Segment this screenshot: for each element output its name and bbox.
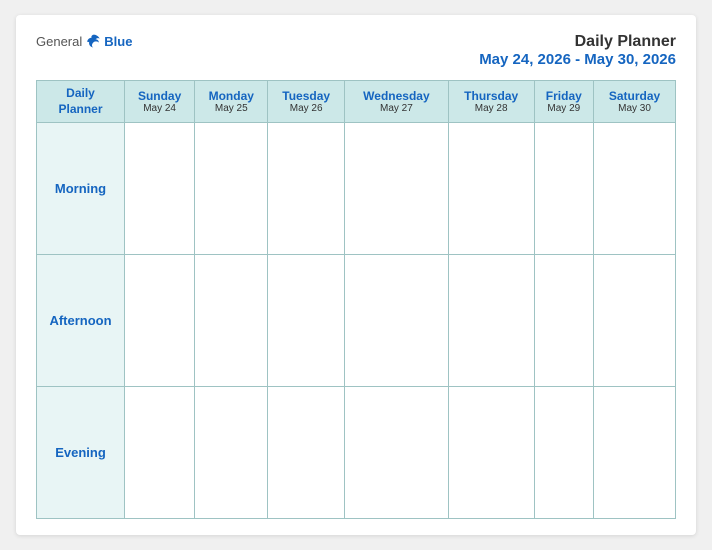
top-bar: General Blue Daily Planner May 24, 2026 … bbox=[36, 33, 676, 68]
header-monday: Monday May 25 bbox=[195, 81, 268, 123]
calendar-table: DailyPlanner Sunday May 24 Monday May 25… bbox=[36, 80, 676, 519]
evening-thursday[interactable] bbox=[448, 387, 534, 519]
morning-wednesday[interactable] bbox=[345, 123, 449, 255]
afternoon-label: Afternoon bbox=[37, 255, 125, 387]
evening-monday[interactable] bbox=[195, 387, 268, 519]
afternoon-saturday[interactable] bbox=[594, 255, 676, 387]
afternoon-sunday[interactable] bbox=[125, 255, 195, 387]
logo-general: General bbox=[36, 34, 82, 49]
friday-date: May 29 bbox=[537, 103, 592, 114]
evening-sunday[interactable] bbox=[125, 387, 195, 519]
evening-friday[interactable] bbox=[534, 387, 594, 519]
tuesday-name: Tuesday bbox=[270, 89, 342, 103]
planner-title: Daily Planner bbox=[479, 33, 676, 51]
header-thursday: Thursday May 28 bbox=[448, 81, 534, 123]
header-tuesday: Tuesday May 26 bbox=[268, 81, 345, 123]
header-label-cell: DailyPlanner bbox=[37, 81, 125, 123]
morning-monday[interactable] bbox=[195, 123, 268, 255]
bird-icon bbox=[86, 33, 102, 49]
evening-tuesday[interactable] bbox=[268, 387, 345, 519]
logo-text: General Blue bbox=[36, 33, 132, 49]
morning-saturday[interactable] bbox=[594, 123, 676, 255]
date-range: May 24, 2026 - May 30, 2026 bbox=[479, 51, 676, 68]
thursday-date: May 28 bbox=[451, 103, 532, 114]
evening-saturday[interactable] bbox=[594, 387, 676, 519]
morning-row: Morning bbox=[37, 123, 676, 255]
evening-label: Evening bbox=[37, 387, 125, 519]
header-row: DailyPlanner Sunday May 24 Monday May 25… bbox=[37, 81, 676, 123]
morning-thursday[interactable] bbox=[448, 123, 534, 255]
afternoon-thursday[interactable] bbox=[448, 255, 534, 387]
afternoon-monday[interactable] bbox=[195, 255, 268, 387]
afternoon-wednesday[interactable] bbox=[345, 255, 449, 387]
morning-label: Morning bbox=[37, 123, 125, 255]
logo-blue: Blue bbox=[104, 34, 132, 49]
afternoon-friday[interactable] bbox=[534, 255, 594, 387]
tuesday-date: May 26 bbox=[270, 103, 342, 114]
monday-date: May 25 bbox=[197, 103, 265, 114]
header-saturday: Saturday May 30 bbox=[594, 81, 676, 123]
saturday-date: May 30 bbox=[596, 103, 673, 114]
monday-name: Monday bbox=[197, 89, 265, 103]
evening-wednesday[interactable] bbox=[345, 387, 449, 519]
thursday-name: Thursday bbox=[451, 89, 532, 103]
header-friday: Friday May 29 bbox=[534, 81, 594, 123]
wednesday-name: Wednesday bbox=[347, 89, 446, 103]
afternoon-row: Afternoon bbox=[37, 255, 676, 387]
morning-friday[interactable] bbox=[534, 123, 594, 255]
evening-row: Evening bbox=[37, 387, 676, 519]
morning-tuesday[interactable] bbox=[268, 123, 345, 255]
saturday-name: Saturday bbox=[596, 89, 673, 103]
afternoon-tuesday[interactable] bbox=[268, 255, 345, 387]
logo-area: General Blue bbox=[36, 33, 132, 49]
sunday-date: May 24 bbox=[127, 103, 192, 114]
friday-name: Friday bbox=[537, 89, 592, 103]
sunday-name: Sunday bbox=[127, 89, 192, 103]
wednesday-date: May 27 bbox=[347, 103, 446, 114]
morning-sunday[interactable] bbox=[125, 123, 195, 255]
title-area: Daily Planner May 24, 2026 - May 30, 202… bbox=[479, 33, 676, 68]
planner-page: General Blue Daily Planner May 24, 2026 … bbox=[16, 15, 696, 535]
header-sunday: Sunday May 24 bbox=[125, 81, 195, 123]
header-wednesday: Wednesday May 27 bbox=[345, 81, 449, 123]
